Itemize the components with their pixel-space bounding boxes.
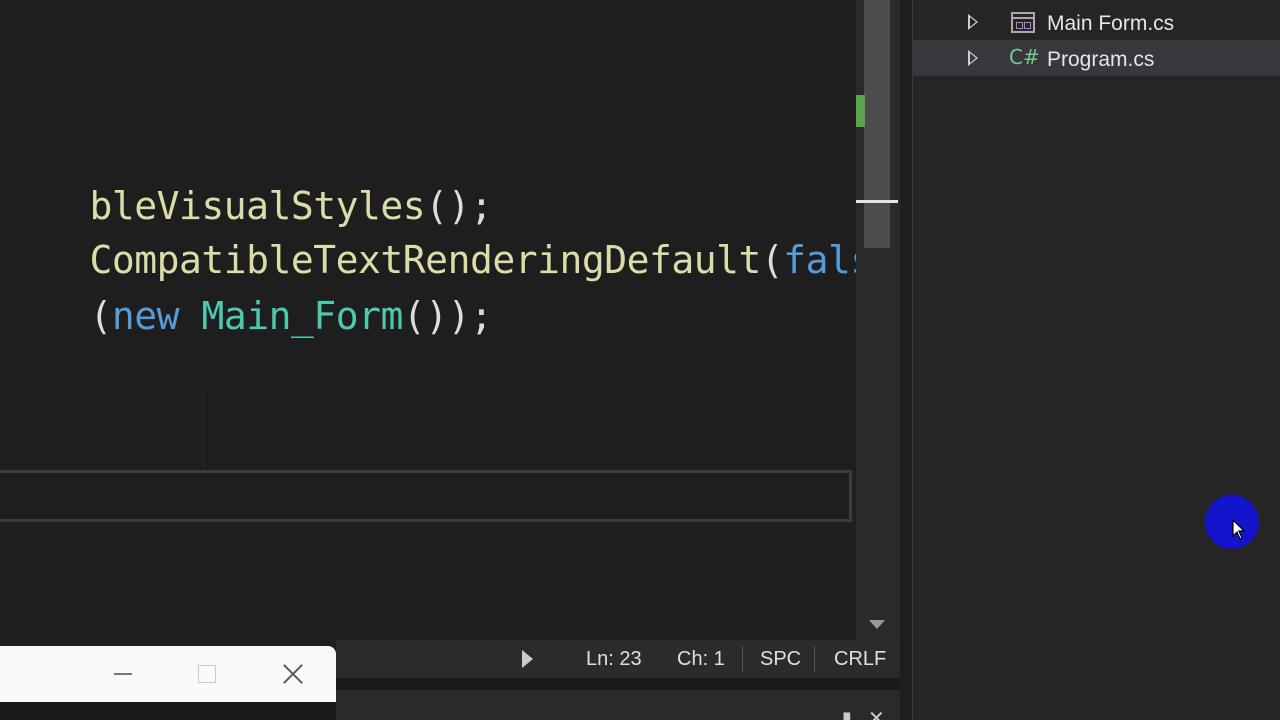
change-marker	[856, 95, 865, 127]
code-token: fals	[783, 238, 856, 282]
splitter[interactable]	[900, 0, 912, 720]
code-token: (	[760, 238, 784, 282]
tree-item-label: Main Form.cs	[1047, 12, 1175, 35]
line-ending[interactable]: CRLF	[834, 640, 886, 678]
close-icon[interactable]: ✕	[868, 706, 885, 720]
csharp-file-icon: C#	[1009, 45, 1040, 69]
code-token: ());	[402, 294, 493, 338]
tree-item-label: Program.cs	[1047, 48, 1155, 71]
code-token: (	[89, 294, 113, 338]
code-line-2[interactable]: CompatibleTextRenderingDefault(fals	[0, 194, 856, 282]
code-token: Main_Form	[201, 294, 403, 338]
floating-window-body	[0, 702, 336, 720]
scroll-down-icon[interactable]	[869, 620, 885, 629]
tool-window-header: ▮ ✕	[336, 690, 900, 720]
code-editor[interactable]: bleVisualStyles(); CompatibleTextRenderi…	[0, 0, 856, 468]
code-line-3[interactable]: (new Main_Form());	[0, 250, 493, 338]
mouse-pointer-icon	[1232, 519, 1246, 540]
play-arrow-icon[interactable]	[522, 650, 533, 668]
editor-vertical-scrollbar[interactable]	[856, 0, 900, 640]
scrollbar-thumb[interactable]	[864, 0, 890, 248]
column-number[interactable]: Ch: 1	[677, 640, 725, 678]
divider	[814, 646, 815, 672]
tool-window-strip: ▮ ✕	[336, 678, 900, 720]
close-button[interactable]	[272, 658, 312, 690]
form-icon	[1011, 12, 1035, 33]
line-number[interactable]: Ln: 23	[586, 640, 642, 678]
tree-item-program[interactable]: C# Program.cs	[913, 40, 1280, 76]
pin-icon[interactable]: ▮	[842, 708, 852, 720]
indentation-mode[interactable]: SPC	[760, 640, 801, 678]
code-line-1[interactable]: bleVisualStyles();	[0, 140, 493, 228]
indent-guide	[203, 392, 204, 468]
expand-arrow-icon[interactable]	[968, 50, 978, 66]
solution-explorer: Main Form.cs C# Program.cs	[912, 0, 1280, 720]
status-bar: Ln: 23 Ch: 1 SPC CRLF	[336, 640, 900, 678]
floating-window-titlebar	[0, 646, 336, 702]
minimize-button[interactable]	[102, 658, 142, 690]
maximize-button[interactable]	[186, 658, 226, 690]
divider	[742, 646, 743, 672]
expand-arrow-icon[interactable]	[968, 14, 978, 30]
caret-position-marker	[856, 200, 898, 203]
tree-item-main-form[interactable]: Main Form.cs	[913, 4, 1280, 40]
code-token: new	[111, 294, 180, 338]
panel-input-box[interactable]	[0, 470, 852, 522]
bottom-panel	[0, 468, 856, 640]
